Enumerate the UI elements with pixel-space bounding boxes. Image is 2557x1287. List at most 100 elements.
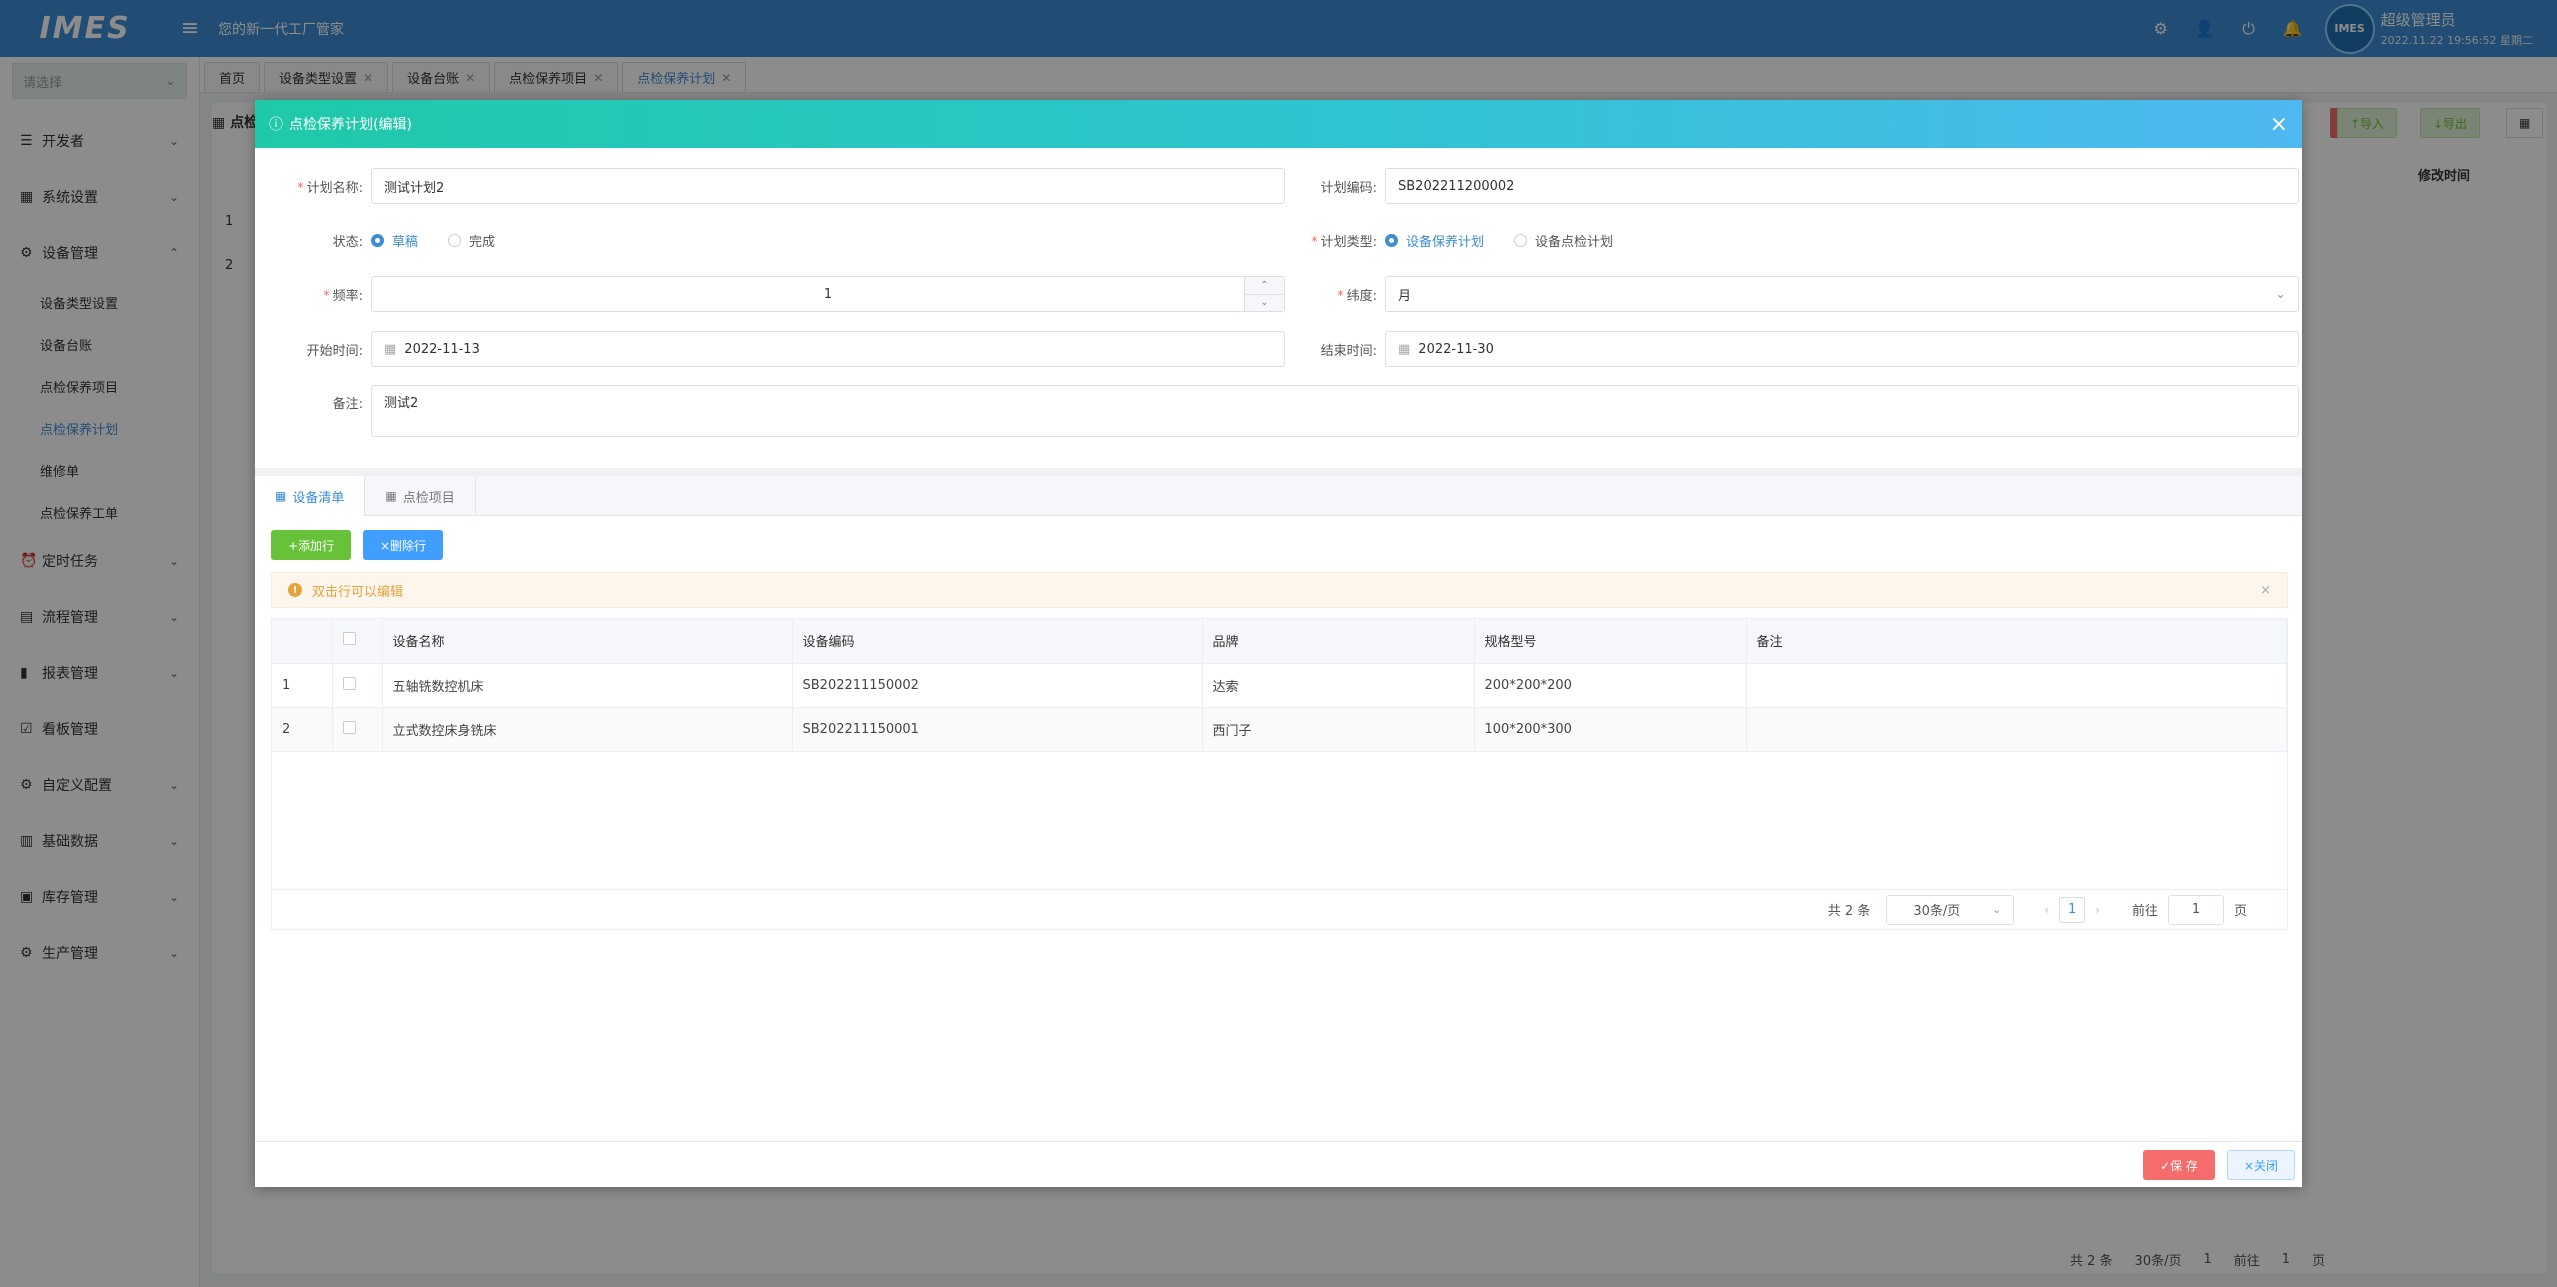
calendar-icon: ▦ [384, 341, 397, 357]
calendar-icon: ▦ [385, 489, 397, 503]
frequency-label: * 频率: [323, 288, 363, 304]
plan-type-maintenance-radio[interactable]: 设备保养计划 [1385, 231, 1484, 250]
edit-plan-dialog: ⓘ 点检保养计划(编辑) × * 计划名称: 测试计划2 计划编码: SB2022… [255, 100, 2302, 1187]
pager-total: 共 2 条 [1827, 904, 1871, 919]
page-size-select[interactable]: 30条/页 ⌄ [1886, 894, 2015, 925]
chevron-up-icon[interactable]: ⌃ [1245, 277, 1284, 295]
cell-name: 五轴铣数控机床 [382, 663, 793, 708]
close-icon[interactable]: × [2260, 583, 2271, 598]
row-index: 2 [272, 707, 333, 752]
cell-brand: 西门子 [1202, 707, 1475, 752]
edit-hint-alert: ! 双击行可以编辑 × [271, 572, 2288, 608]
delete-row-button[interactable]: ×删除行 [363, 530, 443, 560]
page-number[interactable]: 1 [2059, 896, 2086, 923]
plan-form: * 计划名称: 测试计划2 计划编码: SB202211200002 状态: 草稿… [255, 148, 2302, 516]
plan-type-inspection-radio[interactable]: 设备点检计划 [1514, 231, 1613, 250]
dimension-value: 月 [1398, 288, 1412, 304]
status-label: 状态: [332, 234, 363, 250]
cell-name: 立式数控床身铣床 [382, 707, 793, 752]
frequency-value: 1 [823, 286, 833, 302]
form-row-dimension: * 纬度: 月 ⌄ [1285, 276, 2299, 312]
dialog-title: 点检保养计划(编辑) [289, 117, 412, 133]
close-icon[interactable]: × [2270, 112, 2288, 137]
row-checkbox[interactable] [342, 676, 356, 690]
col-select [332, 619, 383, 664]
next-page-icon[interactable]: › [2095, 903, 2100, 917]
status-done-radio[interactable]: 完成 [448, 231, 495, 250]
status-draft-radio[interactable]: 草稿 [371, 231, 418, 250]
col-spec[interactable]: 规格型号 [1474, 619, 1747, 664]
frequency-stepper[interactable]: 1 ⌃ ⌄ [371, 276, 1285, 312]
add-row-button[interactable]: +添加行 [271, 530, 351, 560]
end-date-picker[interactable]: ▦ 2022-11-30 [1385, 331, 2299, 367]
prev-page-icon[interactable]: ‹ [2044, 903, 2049, 917]
cell-brand: 达索 [1202, 663, 1475, 708]
col-code[interactable]: 设备编码 [792, 619, 1203, 664]
remark-label: 备注: [332, 397, 363, 412]
form-row-plan-name: * 计划名称: 测试计划2 [271, 168, 1285, 204]
radio-dot [371, 233, 384, 247]
end-date-value: 2022-11-30 [1418, 341, 1494, 357]
start-date-value: 2022-11-13 [404, 341, 480, 357]
form-row-end: 结束时间: ▦ 2022-11-30 [1285, 331, 2299, 367]
plan-name-field[interactable]: 测试计划2 [371, 168, 1285, 204]
dialog-footer: ✓保 存 ×关闭 [255, 1141, 2302, 1187]
row-select-cell [332, 663, 383, 708]
remark-textarea[interactable]: 测试2 [371, 385, 2299, 437]
table-pager: 共 2 条 30条/页 ⌄ ‹ 1 › 前往 1 页 [271, 890, 2288, 930]
warning-icon: ! [288, 583, 302, 597]
goto-label: 前往 [2131, 904, 2158, 919]
col-index [272, 619, 333, 664]
start-label: 开始时间: [306, 343, 363, 359]
col-brand[interactable]: 品牌 [1202, 619, 1475, 664]
table-row[interactable]: 1 五轴铣数控机床 SB202211150002 达索 200*200*200 [272, 663, 2287, 708]
form-row-plan-type: * 计划类型: 设备保养计划 设备点检计划 [1285, 222, 1643, 258]
alert-text: 双击行可以编辑 [312, 584, 404, 600]
dimension-label: * 纬度: [1337, 288, 1377, 304]
radio-dot [1514, 233, 1528, 247]
cell-spec: 100*200*300 [1474, 707, 1747, 752]
cell-remark [1746, 663, 2287, 708]
info-icon: ⓘ [269, 117, 283, 133]
row-select-cell [332, 707, 383, 752]
plan-type-label: * 计划类型: [1311, 234, 1377, 250]
chevron-down-icon[interactable]: ⌄ [1245, 295, 1284, 312]
form-row-status: 状态: 草稿 完成 [271, 222, 525, 258]
select-all-checkbox[interactable] [342, 632, 356, 646]
form-row-start: 开始时间: ▦ 2022-11-13 [271, 331, 1285, 367]
close-button[interactable]: ×关闭 [2227, 1150, 2295, 1180]
equipment-table: 设备名称 设备编码 品牌 规格型号 备注 1 五轴铣数控机床 SB2022111… [271, 618, 2288, 890]
dimension-select[interactable]: 月 ⌄ [1385, 276, 2299, 312]
radio-dot [1385, 233, 1398, 247]
row-checkbox[interactable] [342, 720, 356, 734]
start-date-picker[interactable]: ▦ 2022-11-13 [371, 331, 1285, 367]
row-index: 1 [272, 663, 333, 708]
dialog-header: ⓘ 点检保养计划(编辑) × [255, 100, 2302, 148]
form-row-frequency: * 频率: 1 ⌃ ⌄ [271, 276, 1285, 312]
form-row-remark: 备注: 测试2 [271, 385, 2299, 437]
table-header-row: 设备名称 设备编码 品牌 规格型号 备注 [272, 619, 2287, 664]
goto-input[interactable]: 1 [2167, 894, 2224, 925]
plan-code-field[interactable]: SB202211200002 [1385, 168, 2299, 204]
plan-name-label: * 计划名称: [297, 180, 363, 196]
col-name[interactable]: 设备名称 [382, 619, 793, 664]
form-row-plan-code: 计划编码: SB202211200002 [1285, 168, 2299, 204]
cell-remark [1746, 707, 2287, 752]
detail-tabs: ▦ 设备清单 ▦ 点检项目 [255, 476, 2302, 516]
section-divider [255, 468, 2302, 476]
page-unit: 页 [2233, 904, 2247, 919]
table-row[interactable]: 2 立式数控床身铣床 SB202211150001 西门子 100*200*30… [272, 707, 2287, 752]
calendar-icon: ▦ [275, 489, 287, 503]
chevron-down-icon: ⌄ [2275, 286, 2286, 302]
tab-equipment-list[interactable]: ▦ 设备清单 [255, 476, 366, 516]
cell-code: SB202211150002 [792, 663, 1203, 708]
cell-code: SB202211150001 [792, 707, 1203, 752]
stepper-controls: ⌃ ⌄ [1244, 277, 1284, 311]
cell-spec: 200*200*200 [1474, 663, 1747, 708]
chevron-down-icon: ⌄ [1992, 903, 2002, 916]
col-remark[interactable]: 备注 [1746, 619, 2287, 664]
radio-dot [448, 233, 462, 247]
page-size-value: 30条/页 [1913, 904, 1961, 919]
save-button[interactable]: ✓保 存 [2143, 1150, 2215, 1180]
tab-inspection-items[interactable]: ▦ 点检项目 [365, 476, 476, 516]
